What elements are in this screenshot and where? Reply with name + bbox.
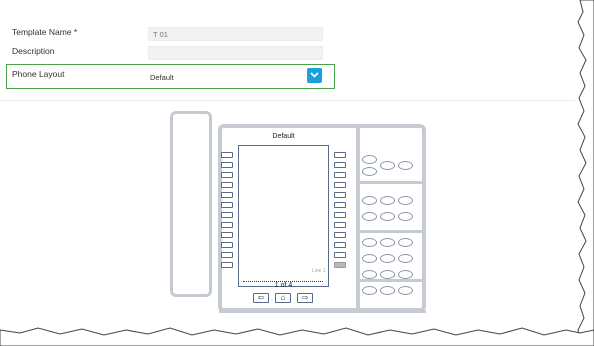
- phone-layout-select[interactable]: Default: [150, 73, 174, 82]
- line-key[interactable]: [334, 212, 346, 218]
- keypad-button[interactable]: [398, 196, 413, 205]
- keypad-button[interactable]: [380, 238, 395, 247]
- left-arrow-icon[interactable]: ⇦: [253, 293, 269, 303]
- line-key[interactable]: [334, 232, 346, 238]
- keypad-button[interactable]: [398, 212, 413, 221]
- line-key[interactable]: [221, 242, 233, 248]
- keypad-button[interactable]: [362, 270, 377, 279]
- keypad-button[interactable]: [362, 167, 377, 176]
- line-key[interactable]: [221, 262, 233, 268]
- page-indicator: 1 of 4: [274, 282, 293, 289]
- keypad-button[interactable]: [362, 196, 377, 205]
- description-label: Description: [12, 46, 55, 56]
- keypad-button[interactable]: [398, 254, 413, 263]
- line-key[interactable]: [334, 242, 346, 248]
- keypad-button[interactable]: [362, 238, 377, 247]
- description-input[interactable]: [148, 46, 323, 60]
- template-form: Template Name * T 01 Description Phone L…: [0, 0, 575, 101]
- line-key[interactable]: [334, 152, 346, 158]
- line-key[interactable]: [221, 172, 233, 178]
- line-key[interactable]: [334, 262, 346, 268]
- line-key[interactable]: [221, 182, 233, 188]
- keypad-button[interactable]: [380, 196, 395, 205]
- line-key[interactable]: [221, 152, 233, 158]
- phone-screen-title: Default: [272, 133, 295, 140]
- right-arrow-icon[interactable]: ⇨: [297, 293, 313, 303]
- keypad-divider: [356, 279, 426, 282]
- chevron-down-icon: [310, 72, 319, 78]
- description-row: Description: [6, 42, 336, 64]
- line-key[interactable]: [221, 202, 233, 208]
- line-key[interactable]: [334, 252, 346, 258]
- keypad-button[interactable]: [362, 254, 377, 263]
- keypad-button[interactable]: [380, 286, 395, 295]
- torn-edge-right: [577, 0, 594, 346]
- line-key[interactable]: [221, 232, 233, 238]
- template-name-input[interactable]: T 01: [148, 27, 323, 41]
- line-key-label: Line 1: [312, 268, 326, 274]
- line-key[interactable]: [221, 252, 233, 258]
- keypad-button[interactable]: [362, 212, 377, 221]
- line-key[interactable]: [334, 222, 346, 228]
- keypad-button[interactable]: [380, 270, 395, 279]
- keypad-button[interactable]: [398, 270, 413, 279]
- torn-edge-bottom: [0, 327, 594, 346]
- home-icon[interactable]: ⌂: [275, 293, 291, 303]
- keypad-button[interactable]: [362, 286, 377, 295]
- line-key[interactable]: [334, 192, 346, 198]
- phone-layout-row: Phone Layout Default: [6, 64, 335, 89]
- line-key[interactable]: [334, 172, 346, 178]
- phone-screen: [238, 145, 329, 287]
- keypad-button[interactable]: [398, 238, 413, 247]
- phone-layout-label: Phone Layout: [12, 69, 65, 79]
- line-key[interactable]: [221, 162, 233, 168]
- keypad-button[interactable]: [398, 161, 413, 170]
- keypad-divider: [356, 230, 426, 233]
- keypad-button[interactable]: [362, 155, 377, 164]
- keypad-divider: [356, 181, 426, 184]
- phone-handset: [170, 111, 212, 297]
- keypad-button[interactable]: [380, 212, 395, 221]
- line-key[interactable]: [334, 182, 346, 188]
- template-name-label: Template Name *: [12, 27, 78, 37]
- line-key[interactable]: [334, 162, 346, 168]
- template-page: Template Name * T 01 Description Phone L…: [0, 0, 580, 336]
- keypad-button[interactable]: [380, 161, 395, 170]
- line-key[interactable]: [221, 222, 233, 228]
- line-key[interactable]: [334, 202, 346, 208]
- phone-layout-dropdown-button[interactable]: [307, 68, 322, 83]
- line-key[interactable]: [221, 212, 233, 218]
- phone-base: [219, 310, 426, 313]
- keypad-button[interactable]: [380, 254, 395, 263]
- keypad-button[interactable]: [398, 286, 413, 295]
- line-key[interactable]: [221, 192, 233, 198]
